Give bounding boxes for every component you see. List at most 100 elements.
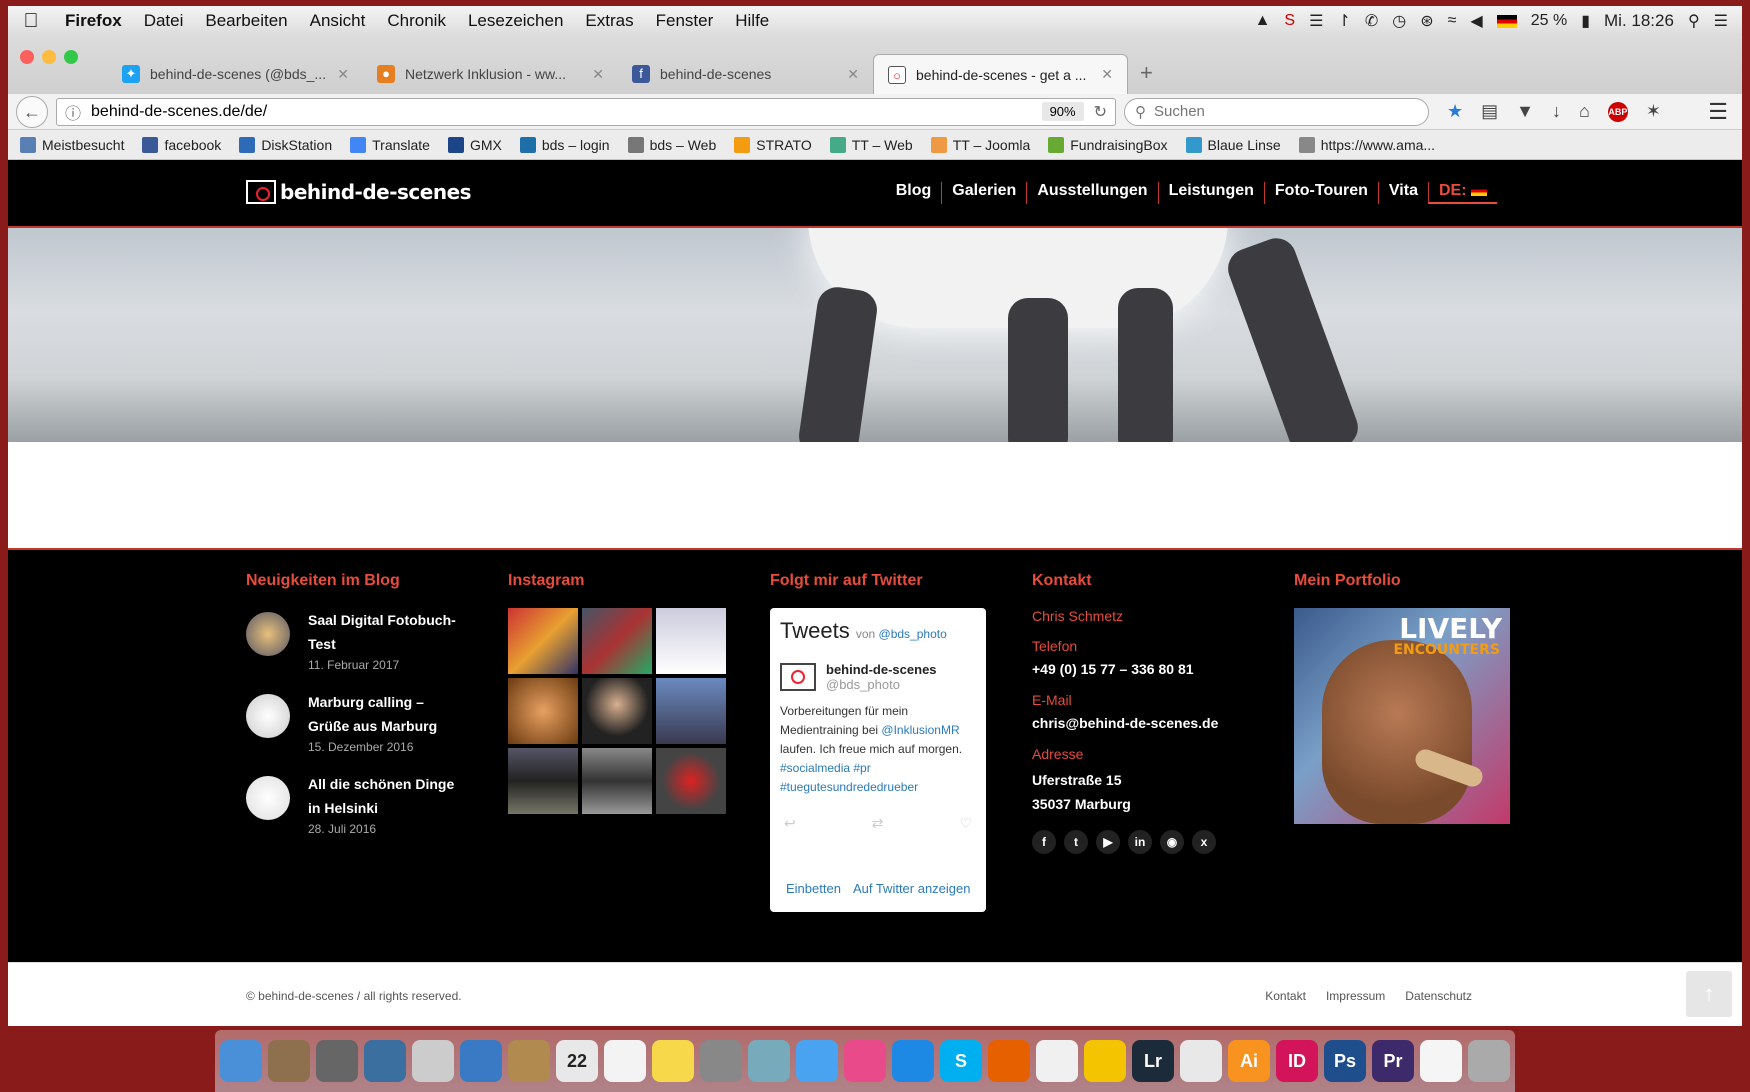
bookmark-item[interactable]: Translate	[350, 136, 430, 153]
linkedin-icon[interactable]: in	[1128, 830, 1152, 854]
zoom-window-button[interactable]	[64, 50, 78, 64]
time-machine-icon[interactable]: ◷	[1392, 11, 1406, 31]
minimize-window-button[interactable]	[42, 50, 56, 64]
bluetooth-icon[interactable]: ⊛	[1420, 11, 1433, 31]
download-icon[interactable]: ↓	[1552, 101, 1561, 122]
tab-facebook[interactable]: f behind-de-scenes ✕	[618, 54, 873, 94]
apple-icon[interactable]: 	[8, 10, 54, 33]
nav-foto-touren[interactable]: Foto-Touren	[1263, 182, 1378, 204]
notification-center-icon[interactable]: ☰	[1714, 11, 1728, 31]
bookmark-item[interactable]: GMX	[447, 136, 502, 153]
portfolio-image[interactable]: LIVELY ENCOUNTERS	[1294, 608, 1510, 824]
instagram-photo[interactable]	[508, 608, 578, 674]
file-icon[interactable]	[1036, 1040, 1078, 1082]
instagram-photo[interactable]	[582, 608, 652, 674]
menu-hilfe[interactable]: Hilfe	[724, 11, 780, 31]
wifi-icon[interactable]: ≈	[1448, 12, 1457, 30]
bookmark-star-icon[interactable]: ★	[1447, 101, 1463, 122]
close-tab-icon[interactable]: ✕	[1101, 66, 1113, 83]
bookmark-item[interactable]: bds – login	[519, 136, 610, 153]
menu-fenster[interactable]: Fenster	[645, 11, 725, 31]
extension-icon[interactable]: ✶	[1646, 101, 1661, 122]
site-logo[interactable]: behind-de-scenes	[246, 180, 472, 204]
blog-item[interactable]: All die schönen Dinge in Helsinki 28. Ju…	[246, 772, 458, 836]
bookmark-item[interactable]: TT – Joomla	[930, 136, 1030, 153]
app-store-icon[interactable]	[892, 1040, 934, 1082]
instagram-photo[interactable]	[582, 678, 652, 744]
bookmark-item[interactable]: facebook	[142, 136, 221, 153]
youtube-icon[interactable]: ▶	[1096, 830, 1120, 854]
notes-icon[interactable]	[652, 1040, 694, 1082]
url-bar[interactable]: ⓘ behind-de-scenes.de/de/ 90% ↻	[56, 97, 1116, 126]
skype-status-icon[interactable]: S	[1284, 12, 1295, 30]
xing-icon[interactable]: x	[1192, 830, 1216, 854]
blog-title[interactable]: Saal Digital Fotobuch-Test	[308, 608, 458, 656]
firefox-icon[interactable]	[988, 1040, 1030, 1082]
menu-ansicht[interactable]: Ansicht	[299, 11, 377, 31]
contacts-icon[interactable]	[508, 1040, 550, 1082]
volume-icon[interactable]: ◀	[1470, 11, 1482, 31]
nav-leistungen[interactable]: Leistungen	[1157, 182, 1264, 204]
blog-item[interactable]: Saal Digital Fotobuch-Test 11. Februar 2…	[246, 608, 458, 672]
illustrator-icon[interactable]: Ai	[1228, 1040, 1270, 1082]
bookmark-item[interactable]: Blaue Linse	[1185, 136, 1281, 153]
embed-link[interactable]: Einbetten	[786, 881, 841, 896]
close-tab-icon[interactable]: ✕	[337, 66, 349, 83]
close-tab-icon[interactable]: ✕	[847, 66, 859, 83]
phone-icon[interactable]: ✆	[1365, 11, 1378, 31]
tweet-mention[interactable]: @InklusionMR	[881, 723, 959, 737]
instagram-photo[interactable]	[508, 678, 578, 744]
blog-title[interactable]: All die schönen Dinge in Helsinki	[308, 772, 458, 820]
finder-icon[interactable]	[220, 1040, 262, 1082]
footer-link-kontakt[interactable]: Kontakt	[1265, 989, 1306, 1003]
twitter-icon[interactable]: t	[1064, 830, 1088, 854]
spotlight-search-icon[interactable]: ⚲	[1688, 11, 1700, 31]
photos-icon[interactable]	[268, 1040, 310, 1082]
instagram-photo[interactable]	[582, 748, 652, 814]
bookmark-item[interactable]: https://www.ama...	[1298, 136, 1435, 153]
nav-galerien[interactable]: Galerien	[941, 182, 1026, 204]
blog-thumbnail[interactable]	[246, 612, 290, 656]
reading-list-icon[interactable]: ▤	[1481, 101, 1498, 122]
tweet-hashtags[interactable]: #socialmedia #pr #tuegutesundrededrueber	[780, 761, 918, 794]
tweet-author-name[interactable]: behind-de-scenes	[826, 662, 937, 677]
nav-blog[interactable]: Blog	[886, 182, 942, 204]
bookmark-item[interactable]: FundraisingBox	[1048, 136, 1168, 153]
instagram-photo[interactable]	[508, 748, 578, 814]
phone-number[interactable]: +49 (0) 15 77 – 336 80 81	[1032, 660, 1218, 678]
trash-icon[interactable]	[1468, 1040, 1510, 1082]
bookmark-item[interactable]: STRATO	[734, 136, 812, 153]
adblock-icon[interactable]: ABP	[1607, 101, 1628, 122]
system-preferences-icon[interactable]	[700, 1040, 742, 1082]
instagram-icon[interactable]: ◉	[1160, 830, 1184, 854]
document-icon[interactable]	[1420, 1040, 1462, 1082]
bookmark-item[interactable]: bds – Web	[627, 136, 716, 153]
battery-icon[interactable]: ▮	[1581, 11, 1590, 31]
facebook-icon[interactable]: f	[1032, 830, 1056, 854]
german-flag-icon[interactable]	[1496, 14, 1517, 28]
bookmark-item[interactable]: DiskStation	[239, 136, 332, 153]
pocket-icon[interactable]: ▼	[1516, 101, 1534, 122]
menu-datei[interactable]: Datei	[133, 11, 195, 31]
lightroom-icon[interactable]: Lr	[1132, 1040, 1174, 1082]
retweet-icon[interactable]: ⇄	[872, 815, 884, 832]
battery-percent[interactable]: 25 %	[1531, 12, 1567, 30]
tweet-avatar[interactable]	[780, 663, 816, 691]
menu-app-firefox[interactable]: Firefox	[54, 11, 133, 31]
nav-ausstellungen[interactable]: Ausstellungen	[1026, 182, 1157, 204]
tweet-author[interactable]: behind-de-scenes @bds_photo	[780, 662, 976, 692]
tweet-author-handle[interactable]: @bds_photo	[826, 677, 937, 692]
view-on-twitter-link[interactable]: Auf Twitter anzeigen	[853, 881, 971, 896]
bookmark-item[interactable]: TT – Web	[829, 136, 913, 153]
blog-title[interactable]: Marburg calling – Grüße aus Marburg	[308, 690, 458, 738]
launchpad-icon[interactable]	[316, 1040, 358, 1082]
reload-icon[interactable]: ↻	[1094, 102, 1107, 122]
tab-twitter[interactable]: ✦ behind-de-scenes (@bds_... ✕	[108, 54, 363, 94]
nav-vita[interactable]: Vita	[1377, 182, 1428, 204]
bookmark-item[interactable]: Meistbesucht	[20, 136, 124, 153]
reminders-icon[interactable]	[604, 1040, 646, 1082]
blog-item[interactable]: Marburg calling – Grüße aus Marburg 15. …	[246, 690, 458, 754]
tab-netzwerk[interactable]: ● Netzwerk Inklusion - ww... ✕	[363, 54, 618, 94]
zoom-level[interactable]: 90%	[1041, 102, 1084, 121]
status-app-icon[interactable]: ▲	[1255, 12, 1271, 30]
